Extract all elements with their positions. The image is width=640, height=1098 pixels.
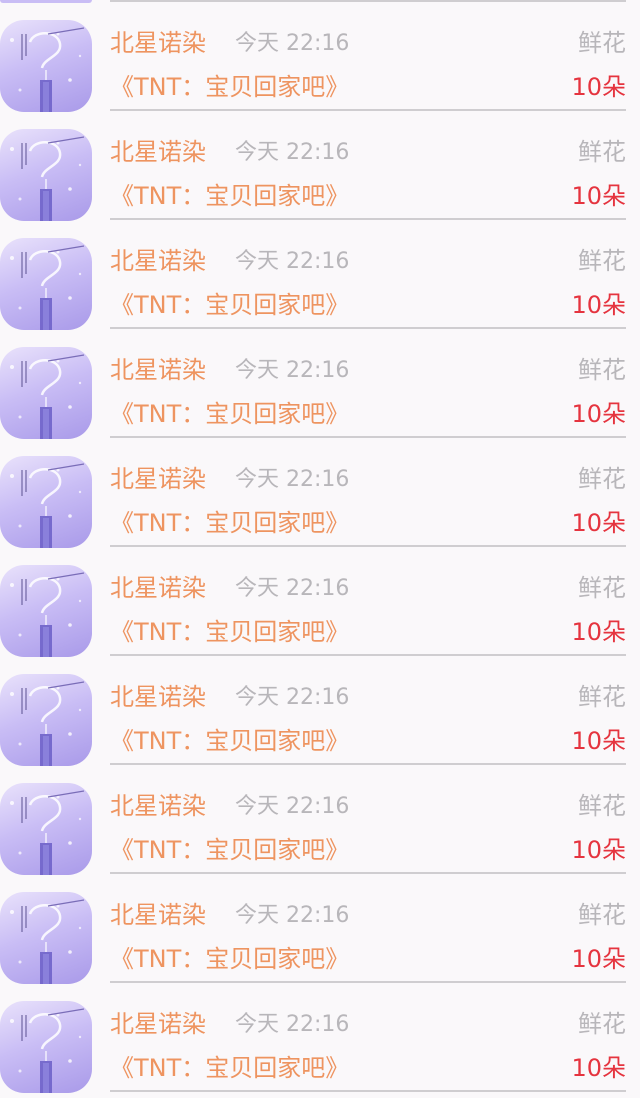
list-item[interactable]: 北星诺染 今天 22:16 鲜花 《TNT：宝贝回家吧》 10朵 bbox=[0, 438, 640, 548]
gift-count: 10朵 bbox=[571, 836, 626, 864]
list-item-content: 北星诺染 今天 22:16 鲜花 《TNT：宝贝回家吧》 10朵 bbox=[110, 783, 626, 874]
gift-count: 10朵 bbox=[571, 73, 626, 101]
gift-record-list: 北星诺染 今天 22:16 鲜花 《TNT：宝贝回家吧》 10朵 北星诺染 今天… bbox=[0, 0, 640, 1098]
user-avatar-icon[interactable] bbox=[0, 674, 92, 766]
sender-name[interactable]: 北星诺染 bbox=[110, 791, 206, 821]
timestamp: 今天 22:16 bbox=[235, 249, 350, 274]
gift-type: 鲜花 bbox=[578, 1010, 626, 1038]
user-avatar-icon[interactable] bbox=[0, 347, 92, 439]
timestamp: 今天 22:16 bbox=[235, 685, 350, 710]
sender-name[interactable]: 北星诺染 bbox=[110, 464, 206, 494]
sender-name[interactable]: 北星诺染 bbox=[110, 1009, 206, 1039]
list-item-content: 北星诺染 今天 22:16 鲜花 《TNT：宝贝回家吧》 10朵 bbox=[110, 892, 626, 983]
gift-count: 10朵 bbox=[571, 1054, 626, 1082]
sender-name[interactable]: 北星诺染 bbox=[110, 900, 206, 930]
list-item[interactable]: 北星诺染 今天 22:16 鲜花 《TNT：宝贝回家吧》 10朵 bbox=[0, 111, 640, 221]
gift-count: 10朵 bbox=[571, 291, 626, 319]
gift-type: 鲜花 bbox=[578, 29, 626, 57]
user-avatar-icon[interactable] bbox=[0, 129, 92, 221]
list-item-content: 北星诺染 今天 22:16 鲜花 《TNT：宝贝回家吧》 10朵 bbox=[110, 1001, 626, 1092]
gift-type: 鲜花 bbox=[578, 356, 626, 384]
list-item-content: 北星诺染 今天 22:16 鲜花 《TNT：宝贝回家吧》 10朵 bbox=[110, 456, 626, 547]
timestamp: 今天 22:16 bbox=[235, 467, 350, 492]
timestamp: 今天 22:16 bbox=[235, 140, 350, 165]
user-avatar-icon[interactable] bbox=[0, 783, 92, 875]
gift-count: 10朵 bbox=[571, 727, 626, 755]
gift-type: 鲜花 bbox=[578, 138, 626, 166]
book-title-link[interactable]: 《TNT：宝贝回家吧》 bbox=[110, 725, 349, 757]
list-item[interactable]: 北星诺染 今天 22:16 鲜花 《TNT：宝贝回家吧》 10朵 bbox=[0, 329, 640, 439]
list-item[interactable]: 北星诺染 今天 22:16 鲜花 《TNT：宝贝回家吧》 10朵 bbox=[0, 220, 640, 330]
book-title-link[interactable]: 《TNT：宝贝回家吧》 bbox=[110, 943, 349, 975]
list-item[interactable]: 北星诺染 今天 22:16 鲜花 《TNT：宝贝回家吧》 10朵 bbox=[0, 656, 640, 766]
book-title-link[interactable]: 《TNT：宝贝回家吧》 bbox=[110, 507, 349, 539]
gift-type: 鲜花 bbox=[578, 901, 626, 929]
sender-name[interactable]: 北星诺染 bbox=[110, 28, 206, 58]
gift-type: 鲜花 bbox=[578, 792, 626, 820]
book-title-link[interactable]: 《TNT：宝贝回家吧》 bbox=[110, 71, 349, 103]
list-item[interactable]: 北星诺染 今天 22:16 鲜花 《TNT：宝贝回家吧》 10朵 bbox=[0, 765, 640, 875]
gift-count: 10朵 bbox=[571, 618, 626, 646]
user-avatar-icon[interactable] bbox=[0, 892, 92, 984]
timestamp: 今天 22:16 bbox=[235, 31, 350, 56]
list-item-content: 北星诺染 今天 22:16 鲜花 《TNT：宝贝回家吧》 10朵 bbox=[110, 565, 626, 656]
list-item-content: 北星诺染 今天 22:16 鲜花 《TNT：宝贝回家吧》 10朵 bbox=[110, 347, 626, 438]
sender-name[interactable]: 北星诺染 bbox=[110, 355, 206, 385]
list-item-content: 北星诺染 今天 22:16 鲜花 《TNT：宝贝回家吧》 10朵 bbox=[110, 20, 626, 111]
timestamp: 今天 22:16 bbox=[235, 794, 350, 819]
book-title-link[interactable]: 《TNT：宝贝回家吧》 bbox=[110, 398, 349, 430]
gift-type: 鲜花 bbox=[578, 247, 626, 275]
book-title-link[interactable]: 《TNT：宝贝回家吧》 bbox=[110, 180, 349, 212]
book-title-link[interactable]: 《TNT：宝贝回家吧》 bbox=[110, 1052, 349, 1084]
list-item[interactable]: 北星诺染 今天 22:16 鲜花 《TNT：宝贝回家吧》 10朵 bbox=[0, 2, 640, 112]
book-title-link[interactable]: 《TNT：宝贝回家吧》 bbox=[110, 616, 349, 648]
gift-type: 鲜花 bbox=[578, 683, 626, 711]
sender-name[interactable]: 北星诺染 bbox=[110, 573, 206, 603]
user-avatar-icon[interactable] bbox=[0, 1001, 92, 1093]
timestamp: 今天 22:16 bbox=[235, 1012, 350, 1037]
gift-count: 10朵 bbox=[571, 509, 626, 537]
gift-count: 10朵 bbox=[571, 182, 626, 210]
timestamp: 今天 22:16 bbox=[235, 576, 350, 601]
sender-name[interactable]: 北星诺染 bbox=[110, 682, 206, 712]
list-item-content: 北星诺染 今天 22:16 鲜花 《TNT：宝贝回家吧》 10朵 bbox=[110, 674, 626, 765]
list-item[interactable]: 北星诺染 今天 22:16 鲜花 《TNT：宝贝回家吧》 10朵 bbox=[0, 874, 640, 984]
timestamp: 今天 22:16 bbox=[235, 358, 350, 383]
list-item[interactable]: 北星诺染 今天 22:16 鲜花 《TNT：宝贝回家吧》 10朵 bbox=[0, 983, 640, 1093]
user-avatar-icon[interactable] bbox=[0, 238, 92, 330]
sender-name[interactable]: 北星诺染 bbox=[110, 137, 206, 167]
book-title-link[interactable]: 《TNT：宝贝回家吧》 bbox=[110, 289, 349, 321]
timestamp: 今天 22:16 bbox=[235, 903, 350, 928]
user-avatar-icon[interactable] bbox=[0, 20, 92, 112]
gift-count: 10朵 bbox=[571, 400, 626, 428]
gift-type: 鲜花 bbox=[578, 465, 626, 493]
list-item-content: 北星诺染 今天 22:16 鲜花 《TNT：宝贝回家吧》 10朵 bbox=[110, 238, 626, 329]
list-item-content: 北星诺染 今天 22:16 鲜花 《TNT：宝贝回家吧》 10朵 bbox=[110, 129, 626, 220]
gift-type: 鲜花 bbox=[578, 574, 626, 602]
gift-count: 10朵 bbox=[571, 945, 626, 973]
user-avatar-icon[interactable] bbox=[0, 456, 92, 548]
user-avatar-icon[interactable] bbox=[0, 565, 92, 657]
book-title-link[interactable]: 《TNT：宝贝回家吧》 bbox=[110, 834, 349, 866]
list-item[interactable]: 北星诺染 今天 22:16 鲜花 《TNT：宝贝回家吧》 10朵 bbox=[0, 547, 640, 657]
sender-name[interactable]: 北星诺染 bbox=[110, 246, 206, 276]
